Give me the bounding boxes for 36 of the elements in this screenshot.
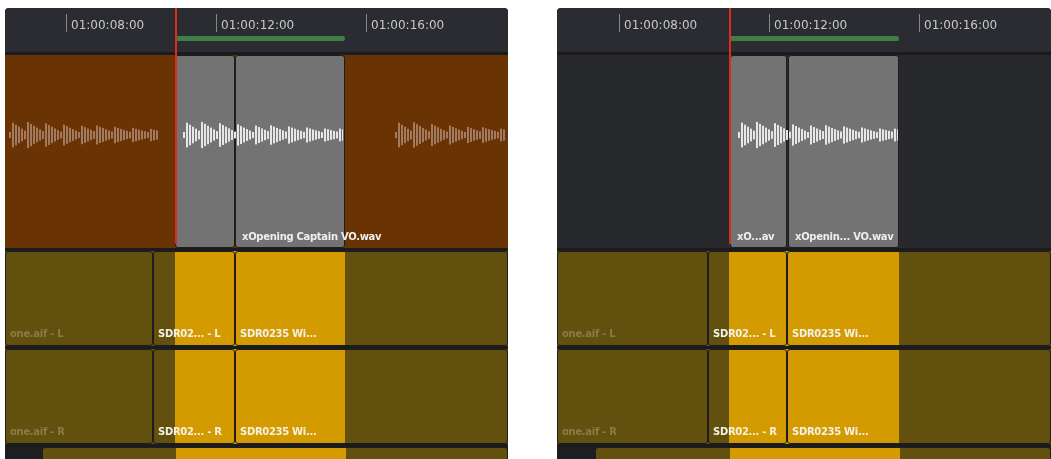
timecode-label: 01:00:08:00 <box>66 14 145 32</box>
clip-label: xOpenin... VO.wav <box>795 231 894 242</box>
clip-label: SDR02... - L <box>712 328 777 341</box>
clip-label: one.aif - R <box>9 426 66 439</box>
audio-clip[interactable]: one.aif - L <box>557 251 708 346</box>
audio-clip[interactable] <box>175 55 235 248</box>
clip-label: SDR02... - R <box>712 426 778 439</box>
timecode-label: 01:00:12:00 <box>216 14 295 32</box>
timecode-label: 01:00:12:00 <box>769 14 848 32</box>
audio-clip[interactable]: SDR02... - R <box>153 349 235 444</box>
clip-label: xOpening Captain VO.wav <box>242 231 382 242</box>
audio-clip[interactable]: SDR02... - L <box>153 251 235 346</box>
timecode-label: 01:00:08:00 <box>619 14 698 32</box>
timecode-label: 01:00:16:00 <box>366 14 445 32</box>
audio-clip[interactable]: one.aif - R <box>557 349 708 444</box>
clip-label: one.aif - L <box>561 328 617 341</box>
audio-clip[interactable]: SDR02... - L <box>708 251 787 346</box>
audio-clip[interactable]: one.aif - L <box>5 251 153 346</box>
clip-label: xO...av <box>737 231 775 242</box>
audio-clip[interactable]: SDR02... - R <box>708 349 787 444</box>
audio-clip[interactable]: SDR0235 Wi... <box>787 251 1051 346</box>
audio-clip[interactable] <box>730 55 787 248</box>
clip-label: SDR0235 Wi... <box>239 328 318 341</box>
timecode-label: 01:00:16:00 <box>919 14 998 32</box>
audio-clip[interactable]: one.aif - R <box>5 349 153 444</box>
audio-clip[interactable]: SDR0235 Wi... <box>235 349 508 444</box>
audio-clip[interactable]: SDR0235 Wi... <box>235 251 508 346</box>
clip-label: SDR02... - L <box>157 328 222 341</box>
audio-clip[interactable] <box>788 55 899 248</box>
clip-label: SDR0235 Wi... <box>791 328 870 341</box>
clip-label: one.aif - R <box>561 426 618 439</box>
clip-label: one.aif - L <box>9 328 65 341</box>
clip-label: SDR0235 Wi... <box>791 426 870 439</box>
clip-label: SDR02... - R <box>157 426 223 439</box>
clip-label: SDR0235 Wi... <box>239 426 318 439</box>
audio-clip[interactable]: SDR0235 Wi... <box>787 349 1051 444</box>
